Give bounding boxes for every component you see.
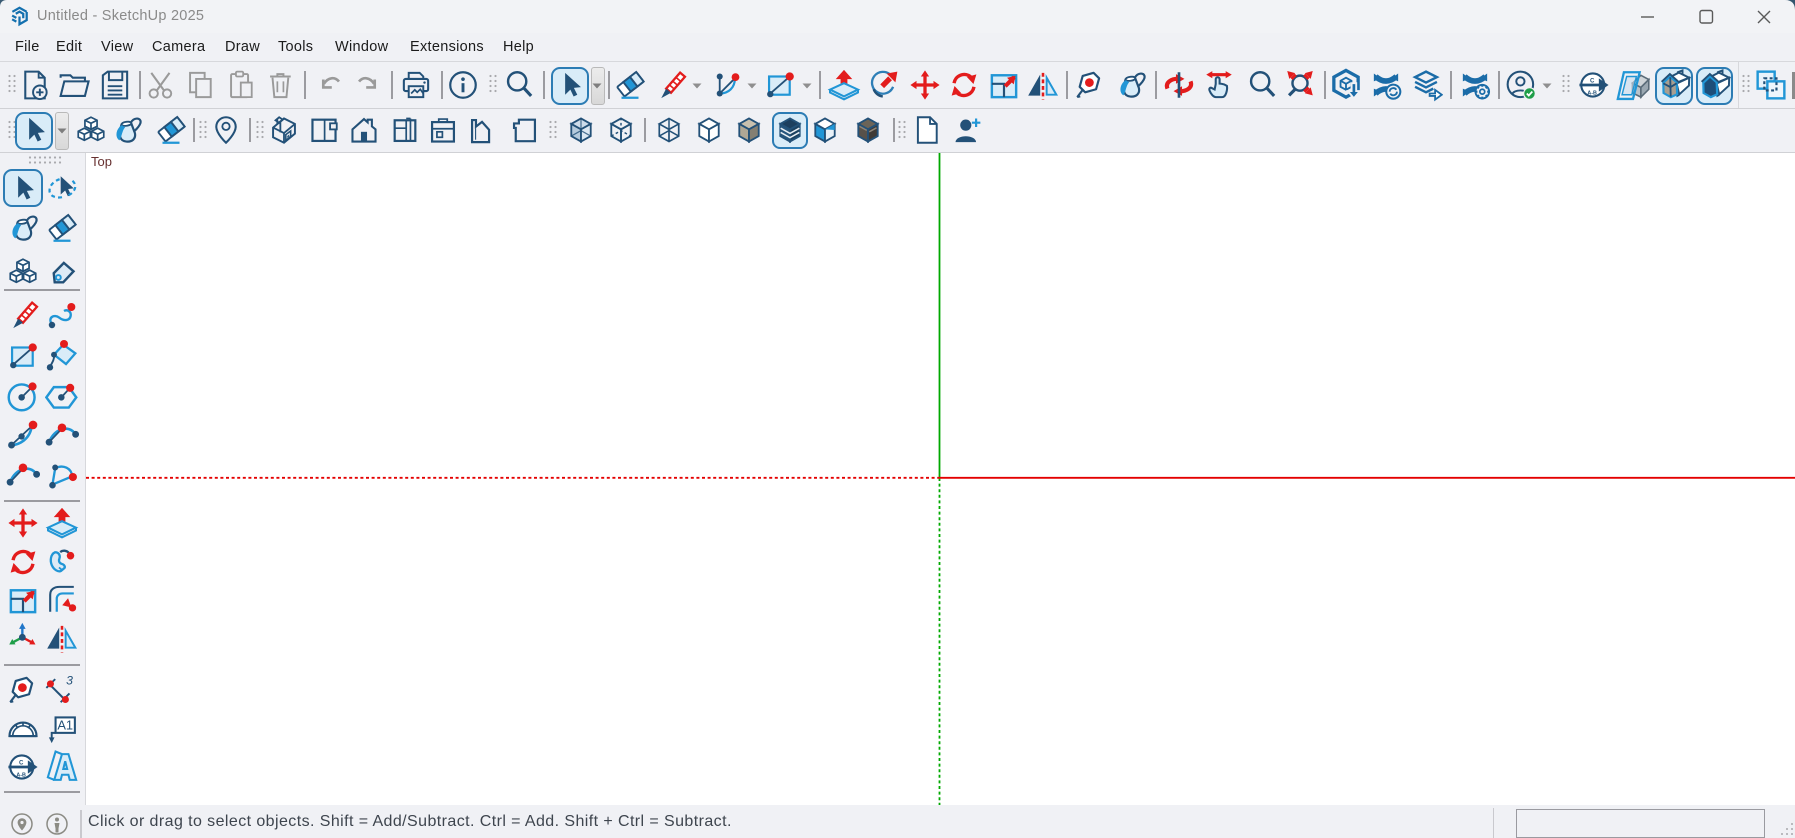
svg-text:A1: A1: [57, 718, 73, 733]
svg-text:A-B: A-B: [16, 772, 26, 778]
svg-text:C: C: [19, 761, 24, 767]
svg-text:A-B: A-B: [1587, 90, 1597, 96]
svg-text:C: C: [1590, 79, 1595, 85]
svg-text:3: 3: [66, 674, 73, 688]
